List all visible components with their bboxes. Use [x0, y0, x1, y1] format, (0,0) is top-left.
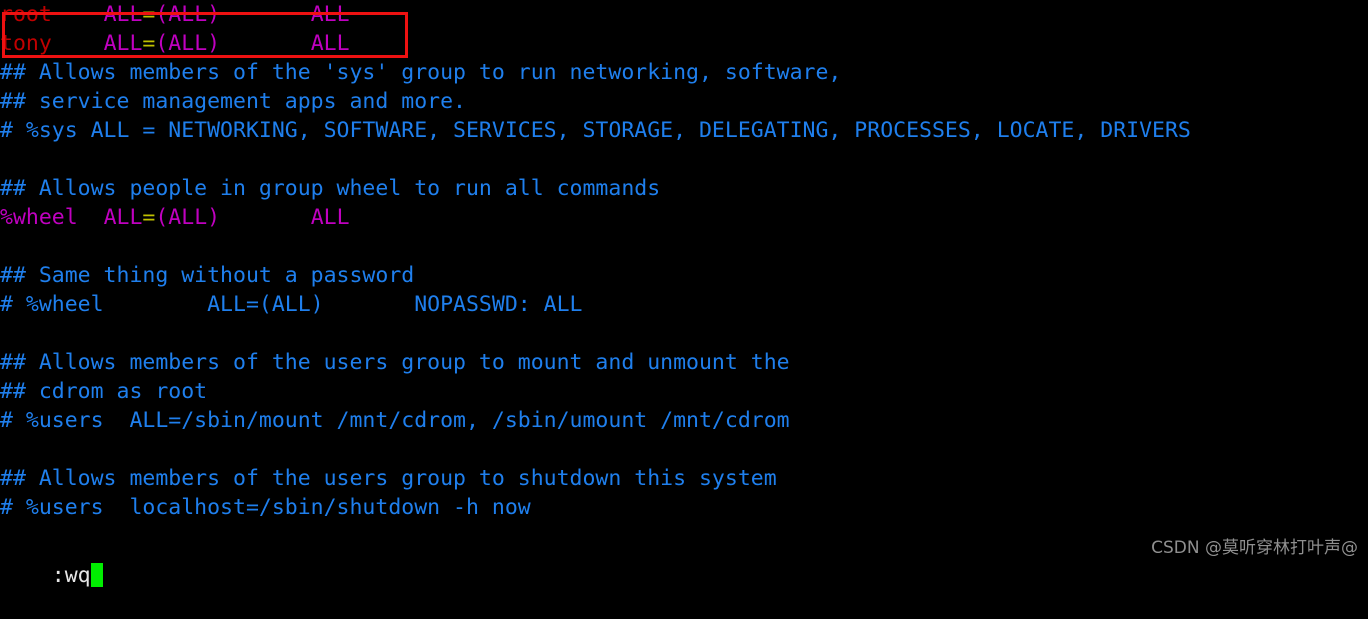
line-wheel-rule-seg-1 [78, 205, 104, 230]
line-tony-rule: tony ALL=(ALL) ALL [0, 29, 1368, 58]
line-comment-sys-rule: # %sys ALL = NETWORKING, SOFTWARE, SERVI… [0, 116, 1368, 145]
line-tony-rule-seg-1 [52, 31, 104, 56]
line-wheel-rule-seg-2: ALL [103, 205, 143, 230]
line-root-rule-seg-4: (ALL) [155, 2, 221, 27]
line-wheel-nopasswd-seg-0: # %wheel ALL=(ALL) NOPASSWD: ALL [0, 292, 583, 317]
line-tony-rule-seg-2: ALL [103, 31, 143, 56]
line-comment-nopasswd-seg-0: ## Same thing without a password [0, 263, 415, 288]
line-root-rule-seg-1 [52, 2, 104, 27]
line-tony-rule-seg-3: = [142, 31, 156, 56]
terminal-window: root ALL=(ALL) ALL tony ALL=(ALL) ALL ## A… [0, 0, 1368, 588]
line-comment-cdrom-1-seg-0: ## Allows members of the users group to … [0, 350, 790, 375]
line-comment-sys-1-seg-0: ## Allows members of the 'sys' group to … [0, 60, 842, 85]
line-root-rule-seg-2: ALL [103, 2, 143, 27]
line-wheel-rule-seg-6: ALL [310, 205, 350, 230]
line-root-rule-seg-0: root [0, 2, 52, 27]
line-root-rule: root ALL=(ALL) ALL [0, 0, 1368, 29]
line-tony-rule-seg-4: (ALL) [155, 31, 221, 56]
line-comment-cdrom-2: ## cdrom as root [0, 377, 1368, 406]
editor-text-area[interactable]: root ALL=(ALL) ALL tony ALL=(ALL) ALL ## A… [0, 0, 1368, 522]
line-tony-rule-seg-6: ALL [310, 31, 350, 56]
line-wheel-rule-seg-0: %wheel [0, 205, 78, 230]
line-comment-sys-rule-seg-0: # %sys ALL = NETWORKING, SOFTWARE, SERVI… [0, 118, 1191, 143]
line-root-rule-seg-3: = [142, 2, 156, 27]
line-comment-shutdown: ## Allows members of the users group to … [0, 464, 1368, 493]
line-wheel-rule-seg-4: (ALL) [155, 205, 221, 230]
line-comment-nopasswd: ## Same thing without a password [0, 261, 1368, 290]
line-tony-rule-seg-5 [220, 31, 311, 56]
line-comment-cdrom-1: ## Allows members of the users group to … [0, 348, 1368, 377]
line-root-rule-seg-5 [220, 2, 311, 27]
line-comment-cdrom-2-seg-0: ## cdrom as root [0, 379, 208, 404]
line-wheel-rule: %wheel ALL=(ALL) ALL [0, 203, 1368, 232]
line-comment-wheel: ## Allows people in group wheel to run a… [0, 174, 1368, 203]
vim-command-line[interactable]: :wq [0, 532, 103, 588]
line-users-cdrom-rule-seg-0: # %users ALL=/sbin/mount /mnt/cdrom, /sb… [0, 408, 790, 433]
line-blank-1 [0, 145, 1368, 174]
line-comment-sys-2-seg-0: ## service management apps and more. [0, 89, 466, 114]
line-blank-3 [0, 319, 1368, 348]
line-blank-2 [0, 232, 1368, 261]
line-wheel-rule-seg-3: = [142, 205, 156, 230]
line-users-cdrom-rule: # %users ALL=/sbin/mount /mnt/cdrom, /sb… [0, 406, 1368, 435]
line-users-shutdown-rule: # %users localhost=/sbin/shutdown -h now [0, 493, 1368, 522]
line-comment-shutdown-seg-0: ## Allows members of the users group to … [0, 466, 777, 491]
line-blank-4 [0, 435, 1368, 464]
line-comment-sys-2: ## service management apps and more. [0, 87, 1368, 116]
line-comment-sys-1: ## Allows members of the 'sys' group to … [0, 58, 1368, 87]
line-tony-rule-seg-0: tony [0, 31, 52, 56]
line-users-shutdown-rule-seg-0: # %users localhost=/sbin/shutdown -h now [0, 495, 531, 520]
csdn-watermark: CSDN @莫听穿林打叶声@ [1151, 538, 1358, 558]
line-root-rule-seg-6: ALL [310, 2, 350, 27]
line-comment-wheel-seg-0: ## Allows people in group wheel to run a… [0, 176, 661, 201]
line-wheel-rule-seg-5 [220, 205, 311, 230]
line-wheel-nopasswd: # %wheel ALL=(ALL) NOPASSWD: ALL [0, 290, 1368, 319]
